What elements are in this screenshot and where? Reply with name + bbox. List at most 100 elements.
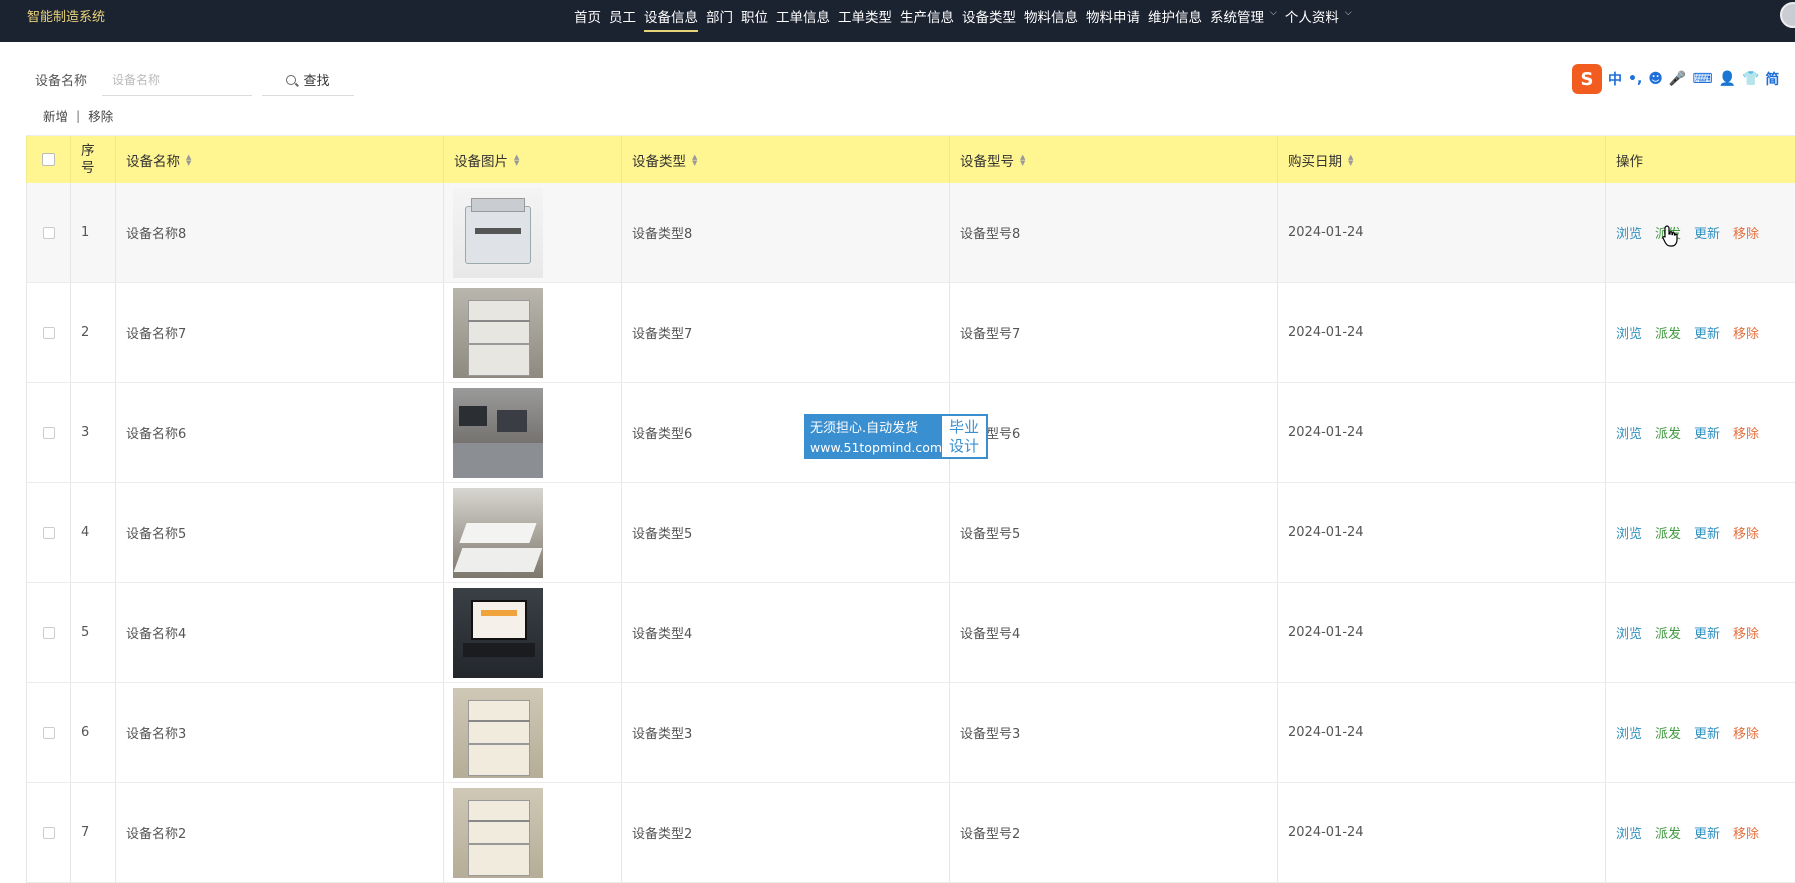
search-input[interactable] <box>102 64 252 96</box>
ime-logo-icon[interactable]: S <box>1572 64 1602 94</box>
remove-row-button[interactable]: 移除 <box>1733 223 1759 242</box>
cell-seq: 5 <box>70 583 115 682</box>
update-button[interactable]: 更新 <box>1694 423 1720 442</box>
nav-item-9[interactable]: 物料信息 <box>1020 0 1082 34</box>
nav-item-13[interactable]: 个人资料 ⌵ <box>1281 0 1356 34</box>
remove-row-button[interactable]: 移除 <box>1733 523 1759 542</box>
equipment-thumbnail[interactable] <box>453 587 543 678</box>
remove-row-button[interactable]: 移除 <box>1733 423 1759 442</box>
sort-icon[interactable]: ▲ ▼ <box>186 153 191 166</box>
hand-cursor-icon <box>1662 225 1678 247</box>
equipment-thumbnail[interactable] <box>453 787 543 878</box>
cell-type: 设备类型5 <box>621 483 949 582</box>
remove-row-button[interactable]: 移除 <box>1733 723 1759 742</box>
ime-item-1[interactable]: •, <box>1628 71 1642 87</box>
sort-icon[interactable]: ▲ ▼ <box>692 153 697 166</box>
equipment-thumbnail[interactable] <box>453 287 543 378</box>
nav-item-6[interactable]: 工单类型 <box>834 0 896 34</box>
view-button[interactable]: 浏览 <box>1616 523 1642 542</box>
ime-item-2[interactable]: ☻ <box>1648 71 1663 87</box>
nav-item-2[interactable]: 设备信息 <box>640 0 702 34</box>
row-checkbox[interactable] <box>42 326 55 339</box>
update-button[interactable]: 更新 <box>1694 523 1720 542</box>
table-row: 6 设备名称3 设备类型3 设备型号3 2024-01-24 浏览 派发 更新 移除 <box>26 683 1795 783</box>
view-button[interactable]: 浏览 <box>1616 423 1642 442</box>
search-button[interactable]: 查找 <box>262 64 354 96</box>
header-model[interactable]: 设备型号 ▲ ▼ <box>949 136 1277 183</box>
row-checkbox[interactable] <box>42 226 55 239</box>
header-date-label: 购买日期 <box>1288 153 1342 170</box>
header-type[interactable]: 设备类型 ▲ ▼ <box>621 136 949 183</box>
update-button[interactable]: 更新 <box>1694 623 1720 642</box>
cell-ops: 浏览派发更新移除 <box>1605 483 1795 582</box>
update-button[interactable]: 更新 <box>1694 323 1720 342</box>
view-button[interactable]: 浏览 <box>1616 323 1642 342</box>
dispatch-button[interactable]: 派发 <box>1655 623 1681 642</box>
row-checkbox[interactable] <box>42 626 55 639</box>
nav-item-0[interactable]: 首页 <box>570 0 605 34</box>
nav-item-11[interactable]: 维护信息 <box>1144 0 1206 34</box>
cell-seq: 3 <box>70 383 115 482</box>
remove-row-button[interactable]: 移除 <box>1733 823 1759 842</box>
nav-item-12[interactable]: 系统管理 ⌵ <box>1206 0 1281 34</box>
ime-item-6[interactable]: 👕 <box>1742 71 1759 87</box>
header-date[interactable]: 购买日期 ▲ ▼ <box>1277 136 1605 183</box>
nav-item-label: 设备类型 <box>962 10 1016 26</box>
ime-item-7[interactable]: 简 <box>1765 69 1779 89</box>
cell-ops: 浏览派发更新移除 <box>1605 583 1795 682</box>
row-checkbox[interactable] <box>42 526 55 539</box>
nav-item-10[interactable]: 物料申请 <box>1082 0 1144 34</box>
nav-item-5[interactable]: 工单信息 <box>772 0 834 34</box>
nav-item-3[interactable]: 部门 <box>702 0 737 34</box>
view-button[interactable]: 浏览 <box>1616 223 1642 242</box>
nav-item-label: 部门 <box>706 10 733 26</box>
update-button[interactable]: 更新 <box>1694 723 1720 742</box>
sort-icon[interactable]: ▲ ▼ <box>1020 153 1025 166</box>
cell-model: 设备型号5 <box>949 483 1277 582</box>
remove-row-button[interactable]: 移除 <box>1733 323 1759 342</box>
row-checkbox[interactable] <box>42 426 55 439</box>
remove-button[interactable]: 移除 <box>88 106 113 125</box>
equipment-thumbnail[interactable] <box>453 187 543 278</box>
ime-item-3[interactable]: 🎤 <box>1669 71 1686 87</box>
view-button[interactable]: 浏览 <box>1616 723 1642 742</box>
update-button[interactable]: 更新 <box>1694 823 1720 842</box>
nav-item-1[interactable]: 员工 <box>605 0 640 34</box>
equipment-thumbnail[interactable] <box>453 687 543 778</box>
equipment-thumbnail[interactable] <box>453 487 543 578</box>
nav-item-4[interactable]: 职位 <box>737 0 772 34</box>
nav-item-label: 职位 <box>741 10 768 26</box>
sort-icon[interactable]: ▲ ▼ <box>514 153 519 166</box>
dispatch-button[interactable]: 派发 <box>1655 323 1681 342</box>
view-button[interactable]: 浏览 <box>1616 823 1642 842</box>
equipment-table: 序 号 设备名称 ▲ ▼ 设备图片 ▲ ▼ 设备类型 ▲ ▼ 设备型号 ▲ ▼ 购买日期 ▲ ▼ 操… <box>26 135 1795 883</box>
dispatch-button[interactable]: 派发 <box>1655 423 1681 442</box>
sort-icon[interactable]: ▲ ▼ <box>1348 153 1353 166</box>
nav-item-7[interactable]: 生产信息 <box>896 0 958 34</box>
header-name[interactable]: 设备名称 ▲ ▼ <box>115 136 443 183</box>
add-button[interactable]: 新增 <box>43 106 68 125</box>
table-row: 1设备名称8 设备类型8设备型号82024-01-24 浏览派发更新移除 <box>26 183 1795 283</box>
ime-item-0[interactable]: 中 <box>1608 69 1622 89</box>
select-all-cell <box>26 136 70 183</box>
row-checkbox[interactable] <box>42 726 55 739</box>
dispatch-button[interactable]: 派发 <box>1655 523 1681 542</box>
nav-item-8[interactable]: 设备类型 <box>958 0 1020 34</box>
update-button[interactable]: 更新 <box>1694 223 1720 242</box>
view-button[interactable]: 浏览 <box>1616 623 1642 642</box>
select-all-checkbox[interactable] <box>42 153 55 166</box>
avatar[interactable] <box>1780 2 1795 28</box>
row-actions: 浏览派发更新移除 <box>1616 723 1759 742</box>
equipment-thumbnail[interactable] <box>453 387 543 478</box>
ime-item-4[interactable]: ⌨ <box>1692 71 1712 87</box>
row-checkbox[interactable] <box>42 826 55 839</box>
dispatch-button[interactable]: 派发 <box>1655 723 1681 742</box>
cell-date: 2024-01-24 <box>1277 783 1605 882</box>
cell-image <box>443 183 621 282</box>
header-image[interactable]: 设备图片 ▲ ▼ <box>443 136 621 183</box>
ime-item-5[interactable]: 👤 <box>1719 71 1736 87</box>
cell-seq: 7 <box>70 783 115 882</box>
remove-row-button[interactable]: 移除 <box>1733 623 1759 642</box>
cell-image <box>443 383 621 482</box>
dispatch-button[interactable]: 派发 <box>1655 823 1681 842</box>
